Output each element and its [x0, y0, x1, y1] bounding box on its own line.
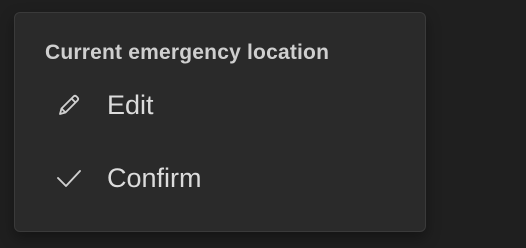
- context-menu: Current emergency location Edit Confirm: [14, 12, 426, 232]
- pencil-icon: [55, 91, 83, 119]
- edit-menu-item[interactable]: Edit: [15, 77, 425, 133]
- checkmark-icon: [55, 164, 83, 192]
- confirm-menu-item[interactable]: Confirm: [15, 150, 425, 206]
- edit-label: Edit: [107, 90, 154, 120]
- menu-title: Current emergency location: [45, 41, 330, 64]
- page: Current emergency location Edit Confirm: [0, 0, 526, 248]
- confirm-label: Confirm: [107, 163, 202, 193]
